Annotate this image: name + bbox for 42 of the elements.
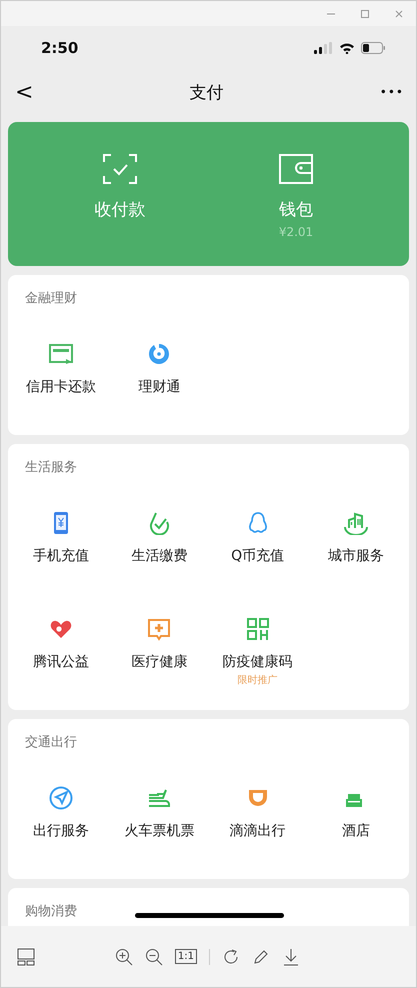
page-title: 支付: [190, 82, 224, 104]
zoom-in-icon[interactable]: [114, 948, 133, 966]
service-item[interactable]: 火车票机票: [110, 765, 208, 871]
service-item[interactable]: 生活缴费: [110, 490, 208, 596]
section-title: 交通出行: [25, 734, 77, 752]
download-icon[interactable]: [282, 948, 300, 966]
back-button[interactable]: <: [15, 80, 34, 104]
city-icon: [344, 511, 368, 535]
more-button[interactable]: •••: [380, 85, 404, 99]
section-title: 购物消费: [25, 903, 77, 921]
wallet-icon: [279, 154, 313, 184]
check-icon: [147, 511, 172, 535]
close-icon[interactable]: [394, 8, 404, 18]
wifi-icon: [339, 42, 355, 54]
actual-size-button[interactable]: 1:1: [174, 949, 197, 964]
promo-label: 限时推广: [238, 674, 278, 687]
zoom-out-icon[interactable]: [144, 948, 163, 966]
service-item[interactable]: Q币充值: [208, 490, 307, 596]
section-title: 金融理财: [25, 290, 77, 308]
service-item[interactable]: 信用卡还款: [12, 321, 110, 427]
pen-icon[interactable]: [252, 948, 270, 966]
service-item[interactable]: 酒店: [306, 765, 405, 871]
layout-icon[interactable]: [17, 948, 35, 966]
service-item[interactable]: 手机充值: [12, 490, 110, 596]
qr-icon: [246, 617, 270, 641]
maximize-icon[interactable]: [360, 8, 370, 18]
medical-icon: [147, 617, 172, 641]
nav-icon: [49, 786, 74, 810]
service-item[interactable]: 城市服务: [306, 490, 405, 596]
scan-icon: [103, 154, 137, 184]
service-item[interactable]: 滴滴出行: [208, 765, 307, 871]
service-item[interactable]: 理财通: [110, 321, 208, 427]
battery-icon: [361, 42, 386, 54]
service-item[interactable]: 医疗健康: [110, 596, 208, 702]
card-icon: [49, 342, 74, 366]
signal-icon: [314, 42, 333, 54]
service-item[interactable]: 防疫健康码 限时推广: [208, 596, 307, 702]
section-title: 生活服务: [25, 459, 77, 477]
service-item[interactable]: 出行服务: [12, 765, 110, 871]
status-time: 2:50: [41, 39, 78, 57]
service-item[interactable]: 腾讯公益: [12, 596, 110, 702]
rotate-icon[interactable]: [222, 948, 240, 966]
